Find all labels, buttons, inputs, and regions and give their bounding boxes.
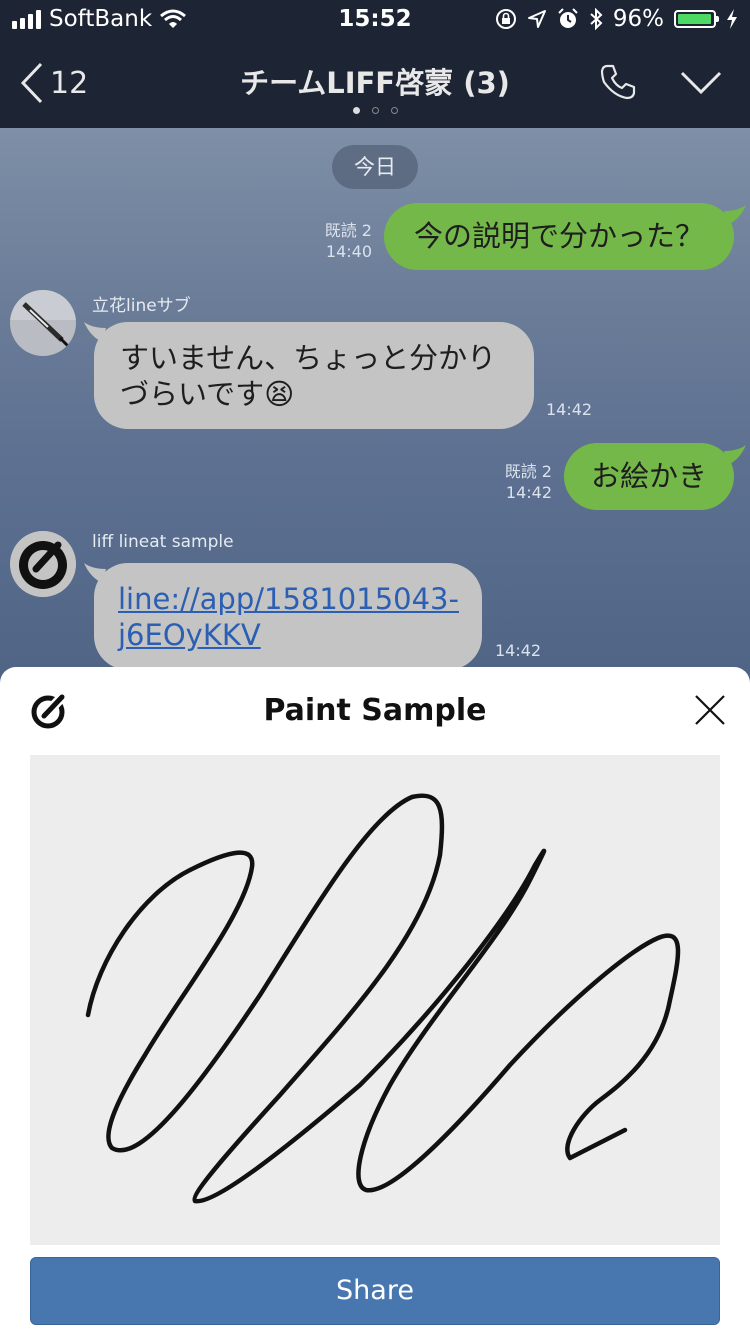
sender-name: 立花lineサブ (92, 296, 191, 316)
drawing-canvas[interactable] (30, 755, 720, 1245)
read-receipt: 既読 2 (504, 462, 552, 481)
avatar-pen-image (10, 290, 76, 356)
liff-sheet: Paint Sample Share (0, 667, 750, 1334)
status-bar: SoftBank 15:52 96% (0, 0, 750, 40)
sheet-title: Paint Sample (263, 693, 487, 728)
back-button[interactable]: 12 (20, 62, 88, 104)
share-button[interactable]: Share (30, 1257, 720, 1325)
date-divider: 今日 (332, 145, 418, 189)
alarm-icon (558, 8, 578, 28)
message-text: 今の説明で分かった？ (413, 219, 704, 253)
read-receipt: 既読 2 (324, 221, 372, 240)
chat-area[interactable]: 今日 既読 2 14:40 今の説明で分かった？ 立花lineサブ すいません、… (0, 128, 750, 688)
menu-toggle-button[interactable] (680, 70, 722, 100)
message-bubble-outgoing[interactable]: お絵かき (564, 443, 734, 510)
orientation-lock-icon (495, 9, 516, 29)
page-dot (352, 107, 360, 114)
message-text-line: すいません、ちょっと分かり (120, 341, 497, 375)
page-indicator (0, 107, 750, 114)
app-link-continued[interactable]: j6EOyKKV (118, 617, 482, 653)
message-time: 14:42 (505, 483, 552, 502)
message-time: 14:42 (495, 641, 542, 660)
battery-icon (674, 10, 719, 28)
bluetooth-icon (590, 8, 603, 30)
drawing-stroke (85, 793, 681, 1204)
message-text: づらいです (120, 377, 265, 411)
app-logo (30, 693, 70, 733)
app-link[interactable]: line://app/1581015043- (118, 581, 482, 617)
page-dot (390, 107, 398, 114)
message-bubble-outgoing[interactable]: 今の説明で分かった？ (384, 203, 734, 270)
message-meta: 既読 2 14:40 (300, 220, 372, 262)
bot-avatar[interactable] (10, 531, 76, 597)
message-meta: 既読 2 14:42 (480, 461, 552, 503)
bubble-tail (724, 205, 746, 225)
charging-icon (727, 9, 737, 29)
status-right: 96% (495, 6, 738, 32)
battery-level (678, 14, 711, 24)
phone-icon (600, 64, 636, 100)
chat-title[interactable]: チームLIFF啓蒙 (3) (240, 66, 510, 100)
message-time: 14:42 (546, 400, 593, 419)
chevron-left-icon (20, 62, 43, 104)
paint-logo-icon (31, 693, 66, 729)
call-button[interactable] (598, 62, 638, 106)
close-button[interactable] (694, 694, 726, 730)
close-icon (695, 695, 725, 725)
screen: SoftBank 15:52 96% 12 チームLIFF啓蒙 (3) 今日 既… (0, 0, 750, 1334)
unread-count: 12 (50, 65, 89, 101)
message-text: お絵かき (590, 459, 707, 493)
page-dot (371, 107, 379, 114)
avatar[interactable] (10, 290, 76, 356)
message-bubble-incoming[interactable]: すいません、ちょっと分かり づらいです😫 (94, 322, 534, 429)
chevron-down-icon (680, 71, 722, 95)
chat-header: 12 チームLIFF啓蒙 (3) (0, 40, 750, 128)
sender-name: liff lineat sample (92, 532, 234, 552)
message-time: 14:40 (325, 242, 372, 261)
tired-face-emoji: 😫 (264, 377, 295, 411)
bubble-tail (724, 445, 746, 465)
location-icon (527, 10, 546, 28)
message-text-line-2: づらいです😫 (120, 376, 534, 412)
paint-logo-icon (10, 531, 76, 597)
battery-percent: 96% (612, 6, 664, 32)
message-bubble-incoming[interactable]: line://app/1581015043- j6EOyKKV (94, 563, 482, 670)
